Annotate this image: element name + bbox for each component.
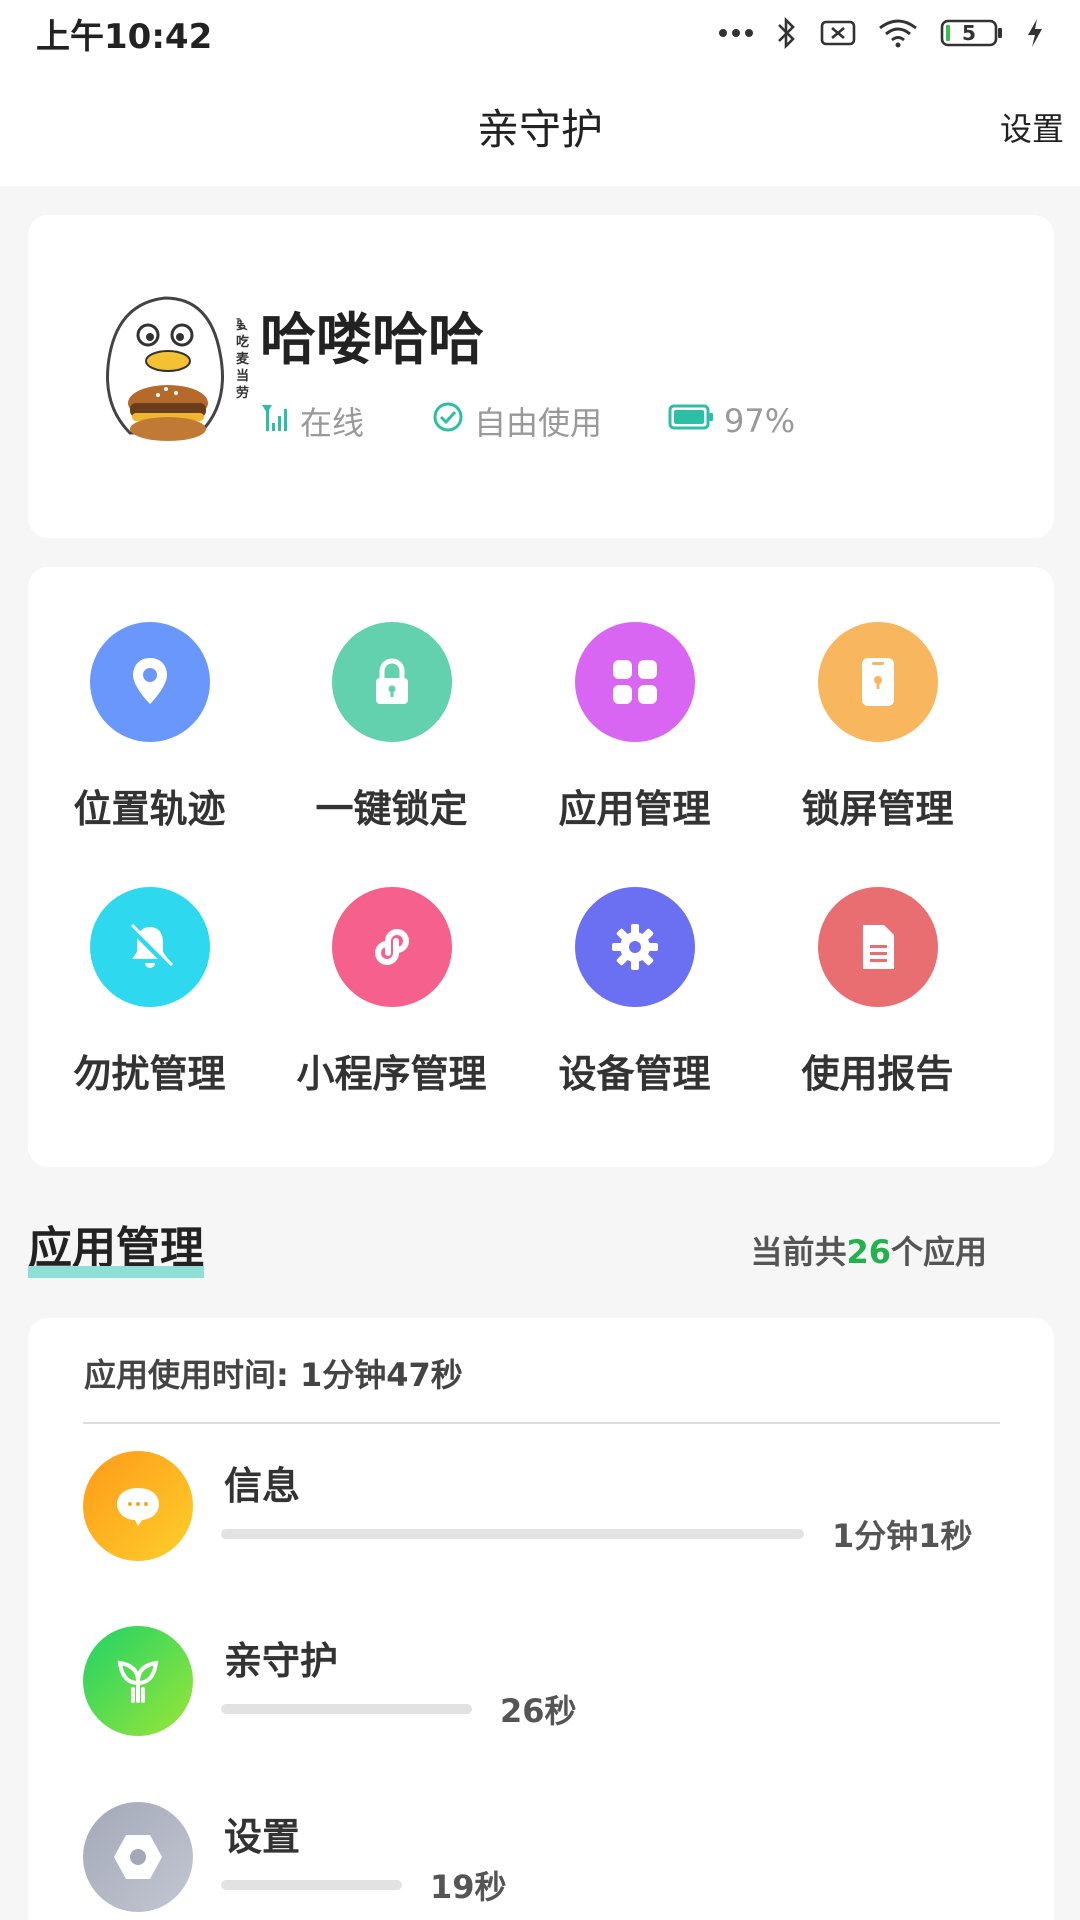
- status-bar: 上午10:42 5: [0, 0, 1080, 66]
- avatar-caption: 要吃麦当劳: [236, 318, 250, 401]
- page-title: 亲守护: [476, 105, 603, 154]
- feature-label: 一键锁定: [315, 787, 468, 831]
- document-icon: [817, 887, 938, 1007]
- feature-lock-button[interactable]: 一键锁定: [270, 622, 513, 833]
- check-circle-icon: [432, 401, 474, 441]
- feature-label: 应用管理: [558, 787, 711, 831]
- feature-gear-button[interactable]: 设备管理: [513, 887, 756, 1098]
- status-time: 上午10:42: [36, 16, 213, 57]
- feature-label: 锁屏管理: [801, 787, 954, 831]
- battery-level: 5: [962, 21, 976, 45]
- app-name: 信息: [224, 1464, 301, 1508]
- charging-icon: [1026, 18, 1044, 48]
- bluetooth-icon: [776, 16, 798, 50]
- more-dots-icon: [718, 27, 754, 39]
- usage-total: 应用使用时间: 1分钟47秒: [84, 1356, 463, 1394]
- usage-card: 应用使用时间: 1分钟47秒 信息 1分钟1秒亲守护 26秒设置 19秒: [28, 1318, 1054, 1920]
- signal-icon: [260, 401, 300, 441]
- usage-bar: [221, 1704, 472, 1714]
- profile-stats: 在线 自由使用 97%: [260, 398, 795, 444]
- message-icon: [83, 1451, 193, 1561]
- location-pin-icon: [89, 622, 210, 742]
- app-count-prefix: 当前共: [750, 1233, 847, 1271]
- online-status-label: 在线: [300, 404, 365, 442]
- profile-card[interactable]: 要吃麦当劳 哈喽哈哈 在线 自由使用 97%: [28, 215, 1054, 538]
- usage-time: 19秒: [430, 1868, 507, 1906]
- title-bar: 亲守护 设置: [0, 66, 1080, 186]
- feature-location-pin-button[interactable]: 位置轨迹: [28, 622, 271, 833]
- sprout-icon: [83, 1626, 193, 1736]
- app-count-suffix: 个应用: [890, 1233, 987, 1271]
- app-usage-row[interactable]: 设置 19秒: [28, 1802, 1054, 1920]
- app-usage-row[interactable]: 信息 1分钟1秒: [28, 1451, 1054, 1601]
- battery-percent: 97%: [724, 402, 796, 440]
- status-icons: 5: [718, 16, 1044, 50]
- feature-mini-program-button[interactable]: 小程序管理: [270, 887, 513, 1098]
- feature-label: 小程序管理: [296, 1052, 487, 1096]
- settings-button[interactable]: 设置: [1000, 104, 1064, 150]
- online-status: 在线: [260, 398, 432, 444]
- feature-label: 设备管理: [558, 1052, 711, 1096]
- mini-program-icon: [331, 887, 452, 1007]
- feature-bell-off-button[interactable]: 勿扰管理: [28, 887, 271, 1098]
- battery-level-icon: [668, 402, 724, 440]
- hex-nut-icon: [83, 1802, 193, 1912]
- app-name: 设置: [224, 1815, 301, 1859]
- usage-time: 1分钟1秒: [832, 1517, 973, 1555]
- sim-disabled-icon: [820, 19, 856, 47]
- feature-phone-lock-button[interactable]: 锁屏管理: [756, 622, 999, 833]
- feature-label: 勿扰管理: [73, 1052, 226, 1096]
- usage-mode-label: 自由使用: [474, 404, 603, 442]
- usage-bar: [221, 1880, 402, 1890]
- battery-status: 97%: [668, 402, 795, 440]
- phone-lock-icon: [817, 622, 938, 742]
- section-underline: [28, 1266, 204, 1278]
- app-count-number: 26: [846, 1233, 891, 1271]
- feature-grid: 位置轨迹 一键锁定 应用管理 锁屏管理勿扰管理 小程序管理 设备管理 使用报告: [28, 567, 1054, 1167]
- lock-icon: [331, 622, 452, 742]
- app-usage-row[interactable]: 亲守护 26秒: [28, 1626, 1054, 1776]
- child-name: 哈喽哈哈: [260, 308, 484, 373]
- apps-grid-icon: [574, 622, 695, 742]
- battery-icon: 5: [940, 18, 1004, 48]
- feature-label: 位置轨迹: [73, 787, 226, 831]
- gear-icon: [574, 887, 695, 1007]
- feature-document-button[interactable]: 使用报告: [756, 887, 999, 1098]
- avatar: 要吃麦当劳: [80, 283, 258, 461]
- usage-bar: [221, 1529, 804, 1539]
- feature-label: 使用报告: [801, 1052, 954, 1096]
- usage-mode-status: 自由使用: [432, 398, 668, 444]
- bell-off-icon: [89, 887, 210, 1007]
- usage-time: 26秒: [500, 1692, 577, 1730]
- wifi-icon: [878, 18, 918, 48]
- divider: [83, 1422, 1000, 1424]
- app-count: 当前共26个应用: [750, 1227, 987, 1273]
- feature-grid-card: 位置轨迹 一键锁定 应用管理 锁屏管理勿扰管理 小程序管理 设备管理 使用报告: [28, 567, 1054, 1167]
- feature-apps-grid-button[interactable]: 应用管理: [513, 622, 756, 833]
- app-name: 亲守护: [224, 1639, 339, 1683]
